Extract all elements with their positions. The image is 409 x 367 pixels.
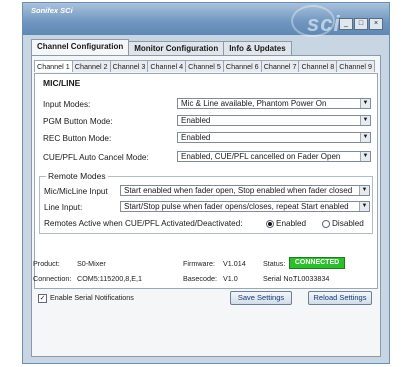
reload-settings-button[interactable]: Reload Settings: [308, 291, 372, 305]
rec-button-mode-value: Enabled: [181, 133, 211, 142]
app-window: Sonifex SCi sci _ □ × Channel Configurat…: [22, 2, 390, 364]
enabled-radio-label: Enabled: [276, 219, 307, 228]
app-title: Sonifex SCi: [31, 6, 73, 15]
basecode-label: Basecode:: [183, 274, 217, 283]
tab-channel-3[interactable]: Channel 3: [109, 60, 149, 72]
pgm-button-mode-label: PGM Button Mode:: [43, 117, 113, 126]
tab-info-updates[interactable]: Info & Updates: [223, 41, 292, 56]
basecode-value: V1.0: [223, 274, 238, 283]
cue-pfl-value: Enabled, CUE/PFL cancelled on Fader Open: [181, 152, 341, 161]
tab-channel-9[interactable]: Channel 9: [336, 60, 376, 72]
pgm-button-mode-value: Enabled: [181, 116, 211, 125]
connection-value: COM5:115200,8,E,1: [77, 274, 142, 283]
disabled-radio-label: Disabled: [332, 219, 364, 228]
status-badge: CONNECTED: [289, 257, 345, 269]
tab-channel-2[interactable]: Channel 2: [71, 60, 111, 72]
serial-no-value: TL0033834: [293, 274, 330, 283]
chevron-down-icon: ▼: [359, 186, 369, 195]
tab-channel-4[interactable]: Channel 4: [147, 60, 187, 72]
remote-modes-title: Remote Modes: [46, 171, 108, 181]
serial-notifications-checkbox[interactable]: ✓ Enable Serial Notifications: [38, 293, 134, 303]
chevron-down-icon: ▼: [360, 116, 370, 125]
minimize-button[interactable]: _: [339, 18, 353, 30]
status-label: Status:: [263, 259, 286, 268]
input-modes-label: Input Modes:: [43, 100, 91, 109]
micline-input-value: Start enabled when fader open, Stop enab…: [124, 186, 353, 195]
chevron-down-icon: ▼: [359, 202, 369, 211]
chevron-down-icon: ▼: [360, 133, 370, 142]
pgm-button-mode-dropdown[interactable]: Enabled ▼: [177, 115, 371, 126]
rec-button-mode-label: REC Button Mode:: [43, 134, 112, 143]
title-bar[interactable]: Sonifex SCi sci _ □ ×: [23, 3, 389, 37]
radio-selected-icon: [266, 219, 274, 228]
firmware-value: V1.014: [223, 259, 246, 268]
enabled-radio[interactable]: Enabled: [266, 219, 306, 228]
channel-tabs: Channel 1 Channel 2 Channel 3 Channel 4 …: [34, 60, 376, 72]
tab-channel-configuration[interactable]: Channel Configuration: [31, 39, 130, 56]
save-settings-button[interactable]: Save Settings: [230, 291, 292, 305]
line-input-dropdown[interactable]: Start/Stop pulse when fader opens/closes…: [120, 201, 370, 212]
firmware-label: Firmware:: [183, 259, 215, 268]
line-input-value: Start/Stop pulse when fader opens/closes…: [124, 202, 349, 211]
input-modes-value: Mic & Line available, Phantom Power On: [181, 99, 327, 108]
cue-pfl-dropdown[interactable]: Enabled, CUE/PFL cancelled on Fader Open…: [177, 151, 371, 162]
window-controls: _ □ ×: [339, 18, 383, 30]
connection-label: Connection:: [33, 274, 72, 283]
maximize-button[interactable]: □: [354, 18, 368, 30]
line-input-label: Line Input:: [44, 203, 83, 212]
tab-channel-8[interactable]: Channel 8: [298, 60, 338, 72]
product-label: Product:: [33, 259, 60, 268]
remotes-active-label: Remotes Active when CUE/PFL Activated/De…: [44, 219, 243, 228]
checkmark-icon: ✓: [38, 293, 47, 303]
radio-unselected-icon: [322, 219, 330, 228]
micline-input-label: Mic/MicLine Input: [44, 187, 108, 196]
section-title: MIC/LINE: [43, 78, 81, 88]
chevron-down-icon: ▼: [360, 99, 370, 108]
serial-no-label: Serial No.:: [263, 274, 297, 283]
tab-channel-1[interactable]: Channel 1: [34, 60, 73, 72]
sci-logo: sci: [307, 11, 341, 36]
tab-channel-5[interactable]: Channel 5: [185, 60, 224, 72]
tab-monitor-configuration[interactable]: Monitor Configuration: [128, 41, 225, 56]
channel-configuration-panel: Channel 1 Channel 2 Channel 3 Channel 4 …: [31, 55, 381, 357]
tab-channel-7[interactable]: Channel 7: [260, 60, 300, 72]
remote-modes-group: Remote Modes Mic/MicLine Input Start ena…: [39, 171, 373, 234]
main-tabs: Channel Configuration Monitor Configurat…: [31, 39, 292, 56]
rec-button-mode-dropdown[interactable]: Enabled ▼: [177, 132, 371, 143]
cue-pfl-label: CUE/PFL Auto Cancel Mode:: [43, 153, 149, 162]
serial-notifications-label: Enable Serial Notifications: [50, 293, 134, 302]
product-value: S0-Mixer: [77, 259, 106, 268]
input-modes-dropdown[interactable]: Mic & Line available, Phantom Power On ▼: [177, 98, 371, 109]
tab-channel-6[interactable]: Channel 6: [222, 60, 262, 72]
micline-input-dropdown[interactable]: Start enabled when fader open, Stop enab…: [120, 185, 370, 196]
disabled-radio[interactable]: Disabled: [322, 219, 364, 228]
chevron-down-icon: ▼: [360, 152, 370, 161]
close-button[interactable]: ×: [369, 18, 383, 30]
